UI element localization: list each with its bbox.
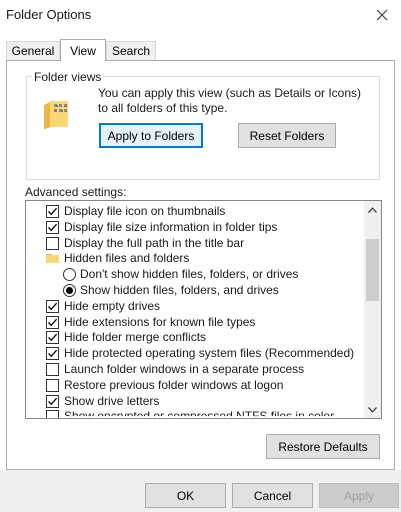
setting-hide-folder-merge-conflicts[interactable]: Hide folder merge conflicts xyxy=(26,330,364,346)
checkmark-icon xyxy=(48,302,58,311)
reset-folders-button[interactable]: Reset Folders xyxy=(238,123,336,148)
checkmark-icon xyxy=(48,223,58,232)
checkmark-icon xyxy=(48,349,58,358)
folder-views-icon xyxy=(44,101,68,129)
close-icon xyxy=(376,9,388,21)
tab-view[interactable]: View xyxy=(60,39,106,61)
window-title: Folder Options xyxy=(6,7,92,22)
folder-views-group: Folder views You can apply this view (su… xyxy=(26,70,380,180)
checkbox[interactable] xyxy=(46,362,59,376)
setting-show-drive-letters[interactable]: Show drive letters xyxy=(26,394,364,410)
dialog-footer: OK Cancel Apply xyxy=(0,470,401,512)
view-tab-panel: Folder views You can apply this view (su… xyxy=(6,60,395,470)
chevron-up-icon xyxy=(368,206,377,213)
scroll-thumb[interactable] xyxy=(366,239,379,301)
checkmark-icon xyxy=(48,318,58,326)
tab-general[interactable]: General xyxy=(6,41,60,60)
tab-search[interactable]: Search xyxy=(106,41,156,60)
folder-views-label: Folder views xyxy=(32,70,104,84)
checkmark-icon xyxy=(48,334,58,342)
checkbox[interactable] xyxy=(46,220,59,234)
setting-display-file-size-info[interactable]: Display file size information in folder … xyxy=(26,220,364,236)
setting-hide-protected-os-files[interactable]: Hide protected operating system files (R… xyxy=(26,346,364,362)
checkbox[interactable] xyxy=(46,236,59,250)
radio-selected-dot xyxy=(66,286,73,294)
advanced-settings-label: Advanced settings: xyxy=(25,185,127,199)
radio-button[interactable] xyxy=(63,268,76,282)
ok-button[interactable]: OK xyxy=(145,483,226,508)
apply-to-folders-button[interactable]: Apply to Folders xyxy=(99,123,203,148)
setting-display-file-icon-on-thumbnails[interactable]: Display file icon on thumbnails xyxy=(26,204,364,220)
restore-defaults-button[interactable]: Restore Defaults xyxy=(266,434,380,459)
checkmark-icon xyxy=(48,397,58,405)
checkbox[interactable] xyxy=(46,347,59,361)
checkbox[interactable] xyxy=(46,331,59,345)
checkbox[interactable] xyxy=(46,410,59,418)
setting-dont-show-hidden[interactable]: Don't show hidden files, folders, or dri… xyxy=(26,267,364,283)
setting-hidden-files-folder: Hidden files and folders xyxy=(26,251,364,267)
checkbox[interactable] xyxy=(46,394,59,408)
close-button[interactable] xyxy=(369,4,395,26)
setting-display-full-path[interactable]: Display the full path in the title bar xyxy=(26,236,364,252)
setting-show-hidden[interactable]: Show hidden files, folders, and drives xyxy=(26,283,364,299)
checkmark-icon xyxy=(48,207,58,216)
checkbox[interactable] xyxy=(46,205,59,218)
checkbox[interactable] xyxy=(46,378,59,392)
scroll-up-button[interactable] xyxy=(364,201,381,218)
advanced-settings-list[interactable]: Display file icon on thumbnails Display … xyxy=(25,200,382,419)
vertical-scrollbar[interactable] xyxy=(364,201,381,418)
setting-show-encrypted-ntfs-color[interactable]: Show encrypted or compressed NTFS files … xyxy=(26,409,364,418)
setting-restore-previous-windows[interactable]: Restore previous folder windows at logon xyxy=(26,378,364,394)
title-bar: Folder Options xyxy=(0,0,401,30)
tab-strip: General View Search xyxy=(6,39,396,61)
checkbox[interactable] xyxy=(46,315,59,329)
folder-icon xyxy=(46,252,59,265)
setting-hide-extensions[interactable]: Hide extensions for known file types xyxy=(26,315,364,331)
checkbox[interactable] xyxy=(46,299,59,313)
apply-button[interactable]: Apply xyxy=(319,483,399,508)
setting-hide-empty-drives[interactable]: Hide empty drives xyxy=(26,299,364,315)
chevron-down-icon xyxy=(368,406,377,413)
folder-views-description: You can apply this view (such as Details… xyxy=(98,86,362,115)
setting-launch-separate-process[interactable]: Launch folder windows in a separate proc… xyxy=(26,362,364,378)
cancel-button[interactable]: Cancel xyxy=(232,483,313,508)
scroll-down-button[interactable] xyxy=(364,401,381,418)
radio-button[interactable] xyxy=(63,283,76,297)
advanced-settings-items: Display file icon on thumbnails Display … xyxy=(26,204,364,418)
